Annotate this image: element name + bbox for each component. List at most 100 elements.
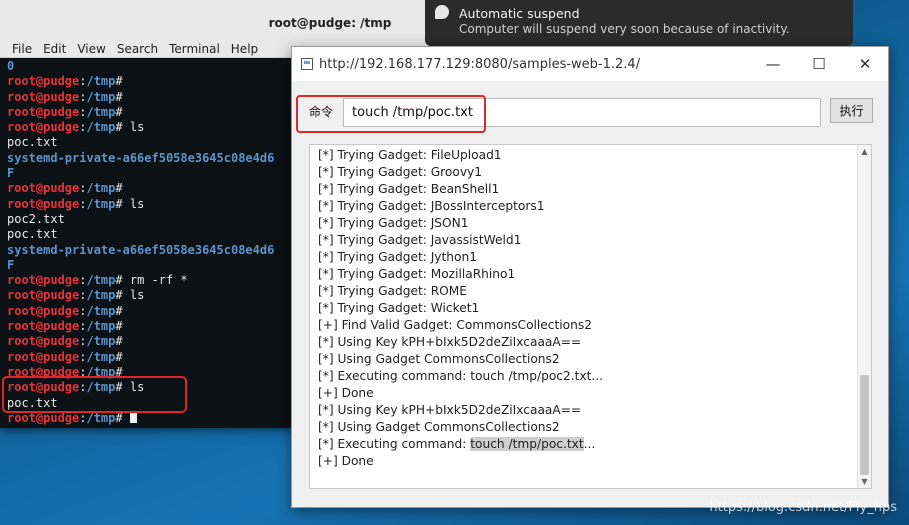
app-titlebar[interactable]: http://192.168.177.129:8080/samples-web-… — [292, 47, 888, 81]
terminal-text: root@pudge — [7, 288, 80, 303]
terminal-title: root@pudge: /tmp — [268, 16, 392, 30]
terminal-text: /tmp — [86, 288, 116, 303]
terminal-text: /tmp — [86, 319, 116, 334]
output-scrollbar[interactable]: ▲ ▼ — [857, 145, 871, 488]
terminal-text: # — [115, 334, 123, 349]
maximize-button[interactable]: ☐ — [796, 47, 842, 81]
output-line: [+] Find Valid Gadget: CommonsCollection… — [318, 317, 871, 334]
output-line: [*] Trying Gadget: JSON1 — [318, 215, 871, 232]
command-row: 命令 — [303, 97, 879, 127]
terminal-text: poc.txt — [7, 135, 58, 150]
menu-search[interactable]: Search — [117, 42, 158, 56]
terminal-text: /tmp — [86, 120, 116, 135]
terminal-text: /tmp — [86, 273, 116, 288]
terminal-text: root@pudge — [7, 120, 80, 135]
output-text: [*] Executing command: — [318, 437, 471, 451]
output-text: [*] Trying Gadget: JavassistWeld1 — [318, 233, 522, 247]
terminal-text: F — [7, 257, 15, 272]
terminal-text: /tmp — [86, 349, 116, 364]
output-lines: [*] Trying Gadget: FileUpload1 [*] Trying… — [310, 145, 871, 470]
terminal-text: poc.txt — [7, 227, 58, 242]
terminal-text: 0 — [7, 59, 15, 73]
output-line: [*] Using Key kPH+bIxk5D2deZiIxcaaaA== — [318, 402, 871, 419]
terminal-text: # — [115, 89, 123, 104]
terminal-text: root@pudge — [7, 196, 80, 211]
terminal-highlight-box — [2, 376, 187, 413]
terminal-text: F — [7, 166, 15, 181]
output-line: [*] Trying Gadget: Groovy1 — [318, 164, 871, 181]
terminal-text: # — [115, 74, 123, 89]
output-text: [*] Using Key kPH+bIxk5D2deZiIxcaaaA== — [318, 335, 582, 349]
terminal-text: /tmp — [86, 196, 116, 211]
output-text: [*] Trying Gadget: Wicket1 — [318, 301, 480, 315]
scroll-down-icon[interactable]: ▼ — [858, 475, 871, 488]
output-line: [*] Executing command: touch /tmp/poc.tx… — [318, 436, 871, 453]
terminal-text: # ls — [115, 196, 145, 211]
output-line: [*] Trying Gadget: ROME — [318, 283, 871, 300]
output-text: [+] Done — [318, 386, 374, 400]
menu-edit[interactable]: Edit — [43, 42, 66, 56]
output-line: [*] Trying Gadget: FileUpload1 — [318, 147, 871, 164]
minimize-button[interactable]: — — [750, 47, 796, 81]
terminal-text: root@pudge — [7, 303, 80, 318]
terminal-text: root@pudge — [7, 319, 80, 334]
output-text: [*] Trying Gadget: BeanShell1 — [318, 182, 500, 196]
output-text: [*] Trying Gadget: Jython1 — [318, 250, 477, 264]
output-line: [*] Trying Gadget: Wicket1 — [318, 300, 871, 317]
notification-title: Automatic suspend — [459, 6, 580, 21]
terminal-text: poc2.txt — [7, 211, 65, 226]
output-line: [*] Trying Gadget: Jython1 — [318, 249, 871, 266]
output-text: [+] Done — [318, 454, 374, 468]
output-line: [*] Trying Gadget: JavassistWeld1 — [318, 232, 871, 249]
close-button[interactable]: ✕ — [842, 47, 888, 81]
command-label: 命令 — [309, 105, 334, 119]
output-text: [*] Trying Gadget: MozillaRhino1 — [318, 267, 516, 281]
terminal-text: root@pudge — [7, 349, 80, 364]
terminal-text: systemd-private-a66ef5058e3645c08e4d6 — [7, 150, 275, 165]
terminal-text: # ls — [115, 288, 145, 303]
output-line: [*] Executing command: touch /tmp/poc2.t… — [318, 368, 871, 385]
terminal-titlebar[interactable]: root@pudge: /tmp — [0, 0, 430, 40]
output-selected-text: touch /tmp/poc.txt — [470, 437, 584, 451]
output-text: [*] Using Key kPH+bIxk5D2deZiIxcaaaA== — [318, 403, 582, 417]
output-text: [*] Using Gadget CommonsCollections2 — [318, 420, 560, 434]
terminal-text: # — [115, 303, 123, 318]
menu-terminal[interactable]: Terminal — [169, 42, 220, 56]
terminal-text: root@pudge — [7, 89, 80, 104]
exploit-tool-window[interactable]: http://192.168.177.129:8080/samples-web-… — [291, 46, 889, 508]
output-text-tail: ... — [583, 437, 596, 451]
output-text: [*] Trying Gadget: Groovy1 — [318, 165, 482, 179]
terminal-text: # — [115, 319, 123, 334]
terminal-text: systemd-private-a66ef5058e3645c08e4d6 — [7, 242, 275, 257]
scroll-up-icon[interactable]: ▲ — [858, 145, 871, 158]
suspend-notification[interactable]: Automatic suspend Computer will suspend … — [425, 0, 853, 46]
notification-body: Computer will suspend very soon because … — [459, 22, 790, 36]
output-line: [*] Trying Gadget: MozillaRhino1 — [318, 266, 871, 283]
command-input[interactable] — [343, 98, 821, 127]
terminal-text: # — [115, 181, 123, 196]
menu-help[interactable]: Help — [231, 42, 258, 56]
window-app-icon — [301, 58, 313, 70]
output-text: [*] Using Gadget CommonsCollections2 — [318, 352, 560, 366]
menu-file[interactable]: File — [12, 42, 32, 56]
output-line: [+] Done — [318, 385, 871, 402]
output-text: [*] Trying Gadget: JSON1 — [318, 216, 469, 230]
output-line: [*] Trying Gadget: BeanShell1 — [318, 181, 871, 198]
terminal-text: /tmp — [86, 181, 116, 196]
terminal-text: # rm -rf * — [115, 273, 188, 288]
scroll-thumb[interactable] — [860, 375, 869, 475]
watermark: https://blog.csdn.net/Fly_hps — [709, 500, 897, 515]
output-text: [*] Trying Gadget: FileUpload1 — [318, 148, 502, 162]
output-text: [*] Trying Gadget: JBossInterceptors1 — [318, 199, 545, 213]
output-line: [*] Using Key kPH+bIxk5D2deZiIxcaaaA== — [318, 334, 871, 351]
execute-button[interactable]: 执行 — [830, 98, 873, 123]
output-line: [*] Using Gadget CommonsCollections2 — [318, 419, 871, 436]
terminal-text: root@pudge — [7, 334, 80, 349]
output-line: [*] Trying Gadget: JBossInterceptors1 — [318, 198, 871, 215]
output-text: [+] Find Valid Gadget: CommonsCollection… — [318, 318, 592, 332]
terminal-text: root@pudge — [7, 273, 80, 288]
terminal-text: /tmp — [86, 303, 116, 318]
output-line: [+] Done — [318, 453, 871, 470]
output-textarea[interactable]: [*] Trying Gadget: FileUpload1 [*] Trying… — [309, 144, 872, 489]
menu-view[interactable]: View — [77, 42, 105, 56]
